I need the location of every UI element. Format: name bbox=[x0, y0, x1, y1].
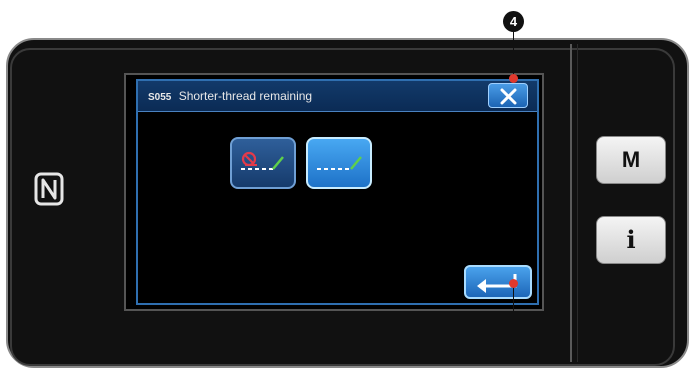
close-icon bbox=[500, 88, 517, 105]
enter-button[interactable] bbox=[464, 265, 532, 299]
thread-trim-off-icon bbox=[241, 151, 284, 170]
panel-divider-shadow bbox=[577, 44, 578, 362]
callout-number: 4 bbox=[503, 11, 524, 32]
panel-divider bbox=[570, 44, 572, 362]
dialog-title: S055 Shorter-thread remaining bbox=[148, 89, 312, 103]
callout-leader-top bbox=[513, 30, 514, 76]
dialog-code: S055 bbox=[148, 92, 172, 103]
callout-leader-bottom bbox=[513, 283, 514, 362]
callout-dot-bottom bbox=[509, 279, 518, 288]
info-key[interactable]: i bbox=[596, 216, 666, 264]
dialog-title-text: Shorter-thread remaining bbox=[178, 89, 313, 103]
nfc-icon bbox=[34, 172, 64, 206]
close-button[interactable] bbox=[488, 83, 528, 108]
callout-dot-top bbox=[509, 74, 518, 83]
dialog-window: S055 Shorter-thread remaining bbox=[136, 79, 539, 305]
mode-key[interactable]: M bbox=[596, 136, 666, 184]
dialog-titlebar: S055 Shorter-thread remaining bbox=[138, 81, 537, 112]
short-thread-icon bbox=[317, 156, 362, 170]
thread-trim-off-button[interactable] bbox=[230, 137, 296, 189]
short-thread-button[interactable] bbox=[306, 137, 372, 189]
